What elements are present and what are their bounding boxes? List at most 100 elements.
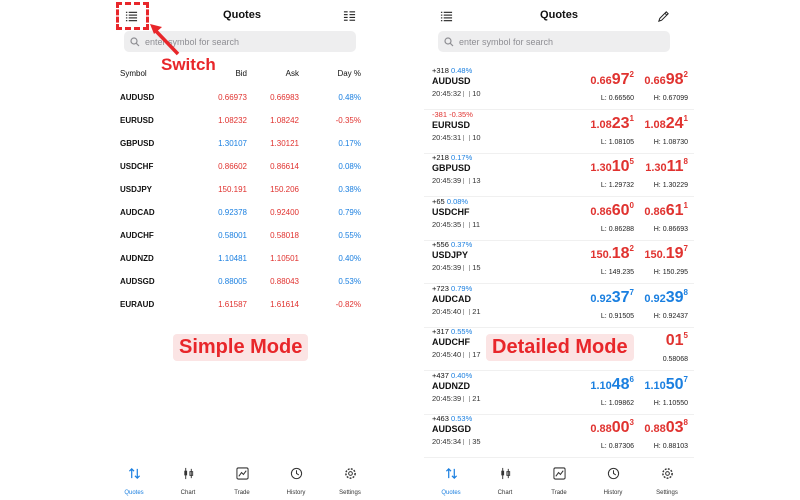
row-ask: 1.30121 xyxy=(270,139,299,148)
table-row[interactable]: AUDUSD 0.66973 0.66983 0.48% xyxy=(107,93,377,115)
quotes-header: Quotes xyxy=(424,0,694,30)
ask-price: 0.92398 xyxy=(644,288,688,307)
tab-label: Settings xyxy=(339,490,361,496)
switch-annotation: Switch xyxy=(161,55,216,74)
ask-price-prefix: 0.86 xyxy=(644,205,666,218)
bid-price: 0.86600 xyxy=(590,201,634,220)
quote-symbol: AUDSGD xyxy=(432,424,472,434)
spread-icon xyxy=(463,395,471,402)
row-ask: 0.66983 xyxy=(270,93,299,102)
row-symbol: USDJPY xyxy=(120,185,153,194)
change-percent: 0.40% xyxy=(451,370,473,380)
day-high: H: 150.295 xyxy=(653,269,688,276)
row-day-change: 0.79% xyxy=(338,208,361,217)
tab-label: History xyxy=(603,490,623,496)
quote-time: 20:45:35 11 xyxy=(432,220,480,229)
tab-quotes[interactable]: Quotes xyxy=(424,462,478,500)
ask-price-prefix: 1.30 xyxy=(645,162,667,174)
search-input[interactable] xyxy=(459,36,639,47)
tab-settings[interactable]: Settings xyxy=(640,462,694,500)
day-high: H: 0.88103 xyxy=(653,443,688,450)
ask-price: 1.08241 xyxy=(644,114,688,133)
clock-history-icon xyxy=(607,467,620,485)
bid-price-prefix: 0.92 xyxy=(590,292,612,305)
time-value: 20:45:35 xyxy=(432,219,462,229)
quote-card[interactable]: +318 0.48% AUDUSD 20:45:32 10 0.66972 0.66982… xyxy=(424,66,694,110)
change-percent: 0.48% xyxy=(451,66,473,75)
bid-price-pip: 1 xyxy=(629,113,634,123)
bid-price-pip: 6 xyxy=(629,374,634,384)
quote-card[interactable]: +437 0.40% AUDNZD 20:45:39 21 1.10486 1.10507… xyxy=(424,371,694,415)
row-symbol: EURUSD xyxy=(120,116,154,125)
tab-history[interactable]: History xyxy=(586,462,640,500)
spread-icon xyxy=(463,265,471,271)
change-percent: 0.53% xyxy=(451,414,473,423)
list-options-button[interactable] xyxy=(340,7,358,25)
row-symbol: EURAUD xyxy=(120,300,155,309)
quote-card[interactable]: +218 0.17% GBPUSD 20:45:39 13 1.30105 1.30118… xyxy=(424,153,694,197)
ask-price-pip: 1 xyxy=(683,113,688,123)
tab-trade[interactable]: Trade xyxy=(532,462,586,500)
symbol-search[interactable] xyxy=(438,31,670,52)
quote-symbol: USDJPY xyxy=(432,250,469,260)
table-row[interactable]: EURAUD 1.61587 1.61614 -0.82% xyxy=(107,300,377,322)
table-row[interactable]: GBPUSD 1.30107 1.30121 0.17% xyxy=(107,139,377,161)
edit-button[interactable] xyxy=(654,7,672,25)
change-percent: 0.55% xyxy=(451,327,473,336)
column-header-symbol: Symbol xyxy=(120,69,147,78)
quote-card[interactable]: +65 0.08% USDCHF 20:45:35 11 0.86600 0.86611 L… xyxy=(424,197,694,241)
time-value: 20:45:39 xyxy=(432,176,462,185)
bid-price-prefix: 0.88 xyxy=(590,423,612,435)
quote-symbol: AUDCAD xyxy=(432,293,471,304)
table-row[interactable]: EURUSD 1.08232 1.08242 -0.35% xyxy=(107,116,377,138)
column-header-day-change: Day % xyxy=(337,69,361,78)
bid-price-pip: 3 xyxy=(629,418,634,427)
change-points: +317 xyxy=(432,327,449,336)
table-row[interactable]: USDJPY 150.191 150.206 0.38% xyxy=(107,185,377,207)
ask-price-pip: 7 xyxy=(683,374,688,384)
gear-icon xyxy=(344,467,357,485)
tab-chart[interactable]: Chart xyxy=(478,462,532,500)
row-bid: 0.66973 xyxy=(218,93,247,102)
bid-price-pip: 5 xyxy=(629,157,634,166)
tab-history[interactable]: History xyxy=(269,462,323,500)
change-line: +723 0.79% xyxy=(432,284,472,293)
table-row[interactable]: AUDSGD 0.88005 0.88043 0.53% xyxy=(107,277,377,299)
table-row[interactable]: AUDNZD 1.10481 1.10501 0.40% xyxy=(107,254,377,276)
bid-price-prefix: 1.30 xyxy=(590,162,612,174)
tab-chart[interactable]: Chart xyxy=(161,462,215,500)
candlestick-icon xyxy=(499,467,512,485)
search-icon xyxy=(130,36,140,46)
row-day-change: 0.08% xyxy=(338,162,361,171)
tab-quotes[interactable]: Quotes xyxy=(107,462,161,500)
change-percent: 0.08% xyxy=(446,196,469,206)
quote-time: 20:45:39 21 xyxy=(432,394,481,403)
tab-settings[interactable]: Settings xyxy=(323,462,377,500)
quote-card[interactable]: -381 -0.35% EURUSD 20:45:31 10 1.08231 1.0824… xyxy=(424,110,694,154)
table-row[interactable]: USDCHF 0.86602 0.86614 0.08% xyxy=(107,162,377,184)
row-bid: 1.10481 xyxy=(218,254,247,263)
tab-trade[interactable]: Trade xyxy=(215,462,269,500)
quote-card[interactable]: +556 0.37% USDJPY 20:45:39 15 150.182 150.197… xyxy=(424,240,694,284)
ask-price: 150.197 xyxy=(644,244,688,263)
row-day-change: 0.53% xyxy=(338,277,361,286)
spread-icon xyxy=(463,178,471,184)
tab-label: History xyxy=(286,490,306,496)
trade-chart-icon xyxy=(235,467,249,485)
quote-card[interactable]: +723 0.79% AUDCAD 20:45:40 21 0.92377 0.92398… xyxy=(424,284,694,328)
detailed-mode-label: Detailed Mode xyxy=(486,334,634,361)
row-ask: 0.88043 xyxy=(270,277,299,286)
simple-mode-label: Simple Mode xyxy=(173,334,309,361)
table-row[interactable]: AUDCAD 0.92378 0.92400 0.79% xyxy=(107,208,377,230)
spread-value: 15 xyxy=(472,263,481,272)
search-icon xyxy=(444,36,454,46)
bid-price-pip: 0 xyxy=(629,200,634,210)
ask-price-big: 11 xyxy=(666,158,684,175)
bid-price-pip: 2 xyxy=(629,70,634,79)
ask-price-big: 98 xyxy=(665,71,684,88)
row-bid: 150.191 xyxy=(218,185,247,194)
table-row[interactable]: AUDCHF 0.58001 0.58018 0.55% xyxy=(107,231,377,253)
quote-card[interactable]: +463 0.53% AUDSGD 20:45:34 35 0.88003 0.88038… xyxy=(424,414,694,458)
row-bid: 1.30107 xyxy=(218,139,247,148)
bid-price-big: 10 xyxy=(611,158,630,175)
